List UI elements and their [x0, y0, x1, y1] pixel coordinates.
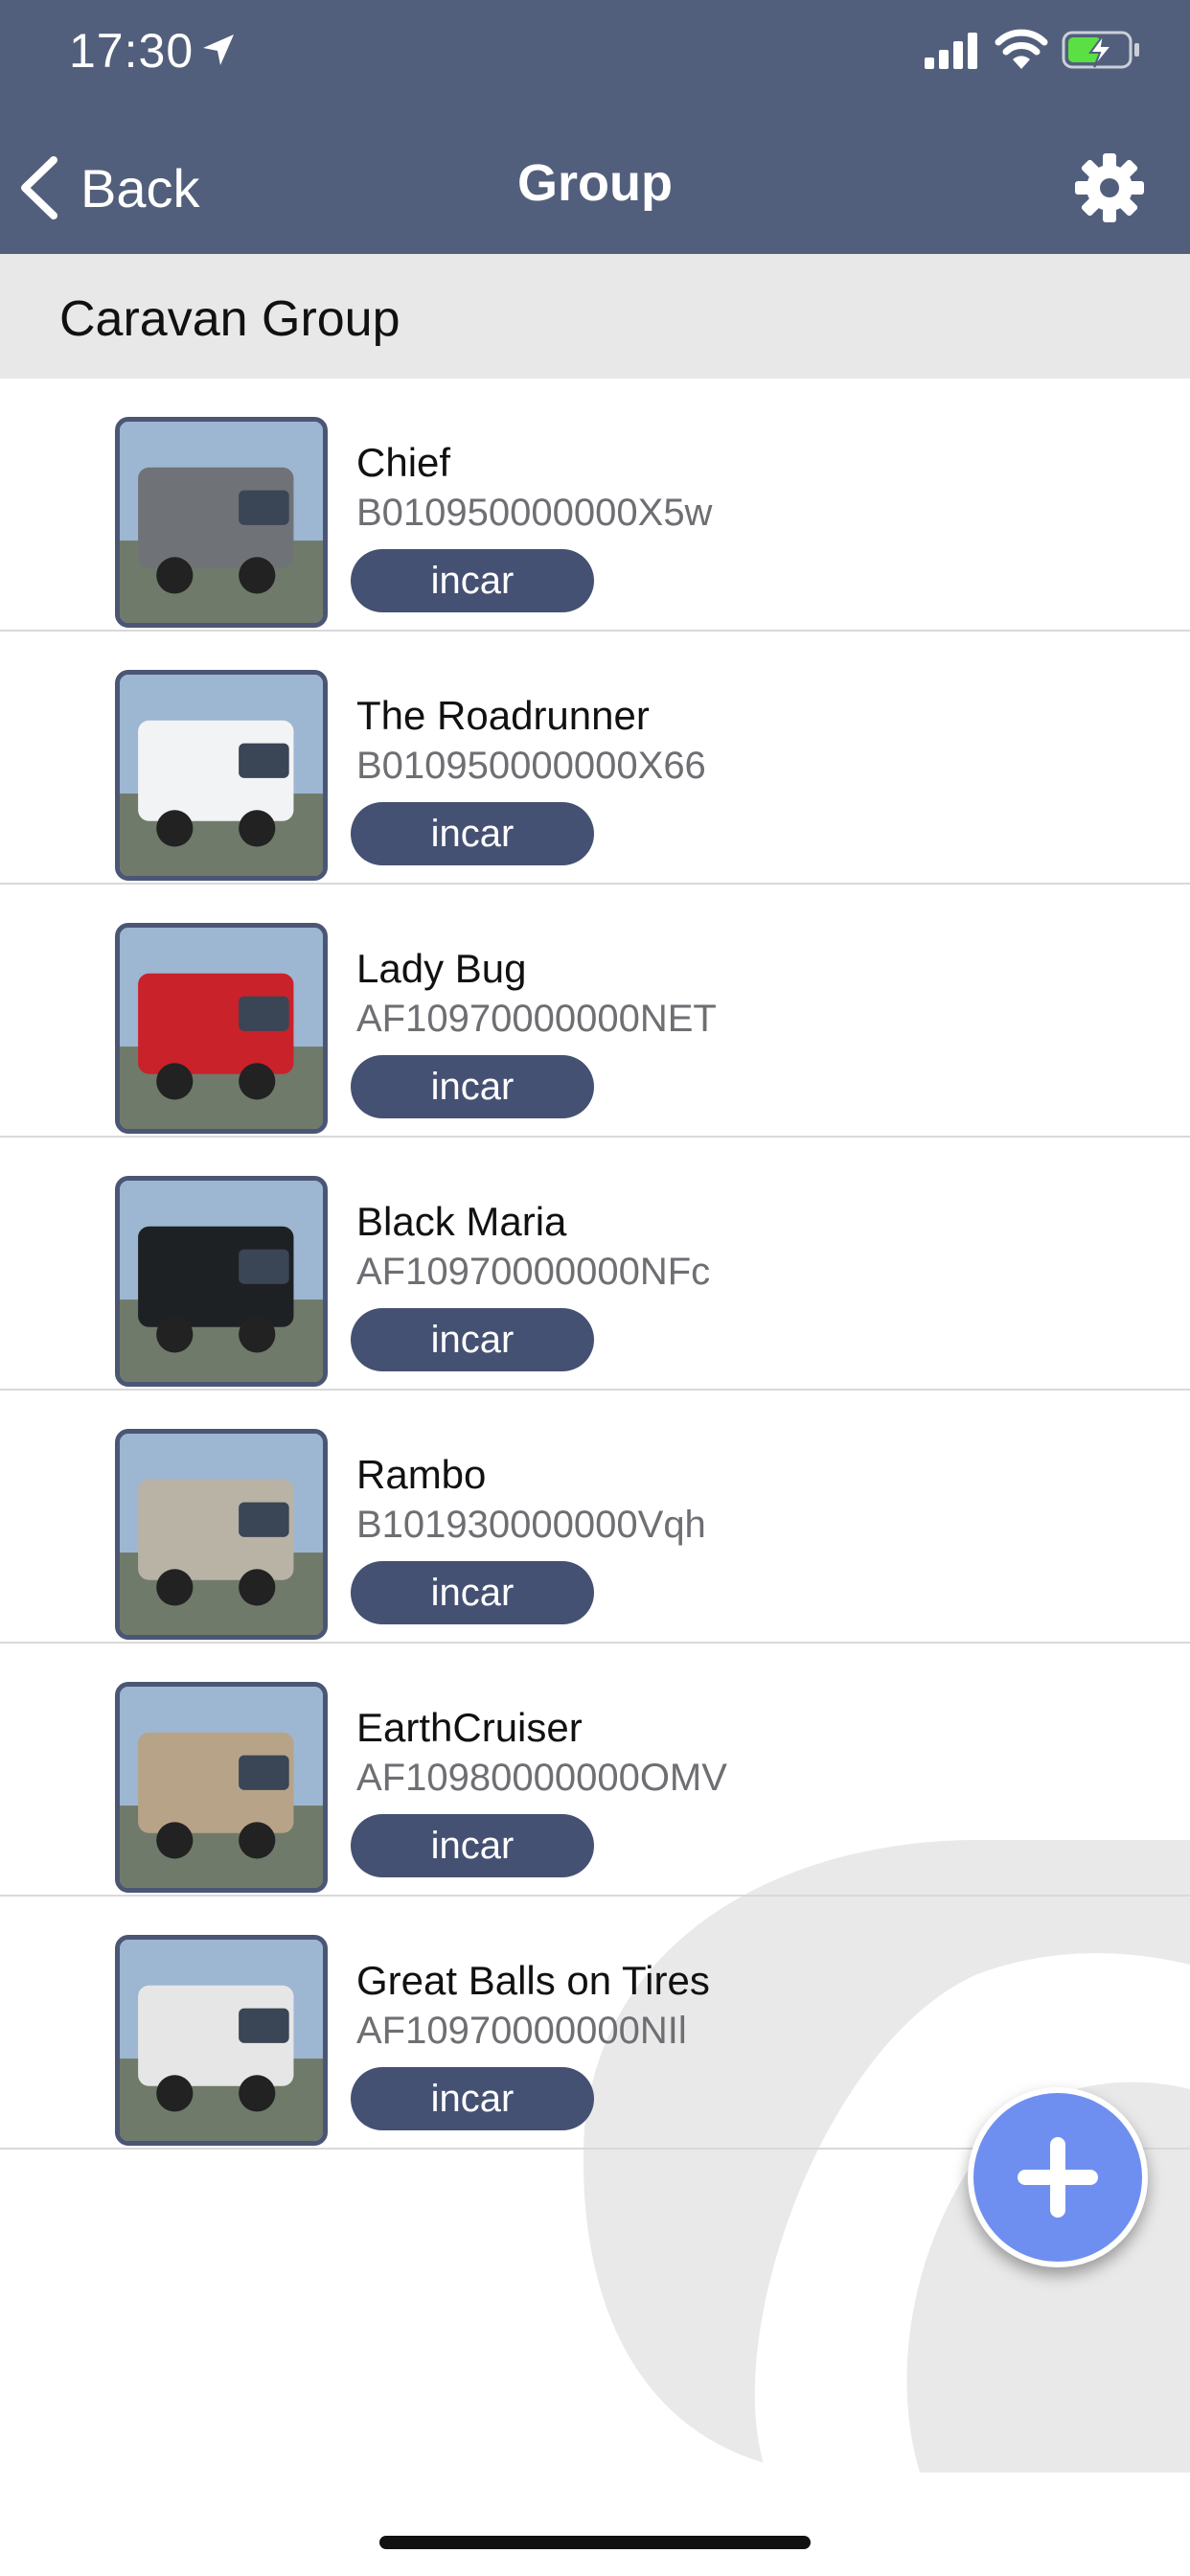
list-item[interactable]: Rambo B101930000000Vqh incar: [0, 1391, 1190, 1644]
list-item[interactable]: EarthCruiser AF10980000000OMV incar: [0, 1644, 1190, 1897]
vehicle-photo: [115, 923, 328, 1134]
battery-charging-icon: [1062, 31, 1139, 69]
plus-icon: [1018, 2137, 1098, 2218]
vehicle-photo: [115, 1935, 328, 2146]
incar-button[interactable]: incar: [351, 2067, 594, 2130]
vehicle-photo: [115, 417, 328, 628]
vehicle-name: The Roadrunner: [356, 693, 650, 738]
vehicle-code: B010950000000X5w: [356, 492, 713, 534]
vehicle-code: AF10970000000NET: [356, 998, 717, 1040]
vehicle-code: AF10970000000NFc: [356, 1251, 711, 1293]
vehicle-name: Great Balls on Tires: [356, 1958, 710, 2003]
navigation-bar: 17:30 Back Group: [0, 0, 1190, 254]
vehicle-name: EarthCruiser: [356, 1705, 583, 1750]
location-arrow-icon: [203, 34, 234, 65]
vehicle-photo: [115, 1176, 328, 1387]
group-section-header: Caravan Group: [0, 254, 1190, 379]
vehicle-name: Lady Bug: [356, 946, 527, 991]
vehicle-name: Chief: [356, 440, 451, 485]
incar-button[interactable]: incar: [351, 802, 594, 865]
cellular-signal-icon: [925, 33, 977, 69]
vehicle-code: AF10970000000NIl: [356, 2010, 687, 2052]
vehicle-code: B010950000000X66: [356, 745, 706, 787]
list-item[interactable]: Chief B010950000000X5w incar: [0, 379, 1190, 632]
vehicle-code: B101930000000Vqh: [356, 1504, 706, 1546]
incar-button[interactable]: incar: [351, 1308, 594, 1371]
group-title: Caravan Group: [59, 291, 400, 347]
list-item[interactable]: The Roadrunner B010950000000X66 incar: [0, 632, 1190, 885]
list-item[interactable]: Lady Bug AF10970000000NET incar: [0, 885, 1190, 1138]
add-button[interactable]: [968, 2087, 1148, 2267]
vehicle-name: Black Maria: [356, 1199, 567, 1244]
wifi-icon: [995, 29, 1048, 69]
vehicle-name: Rambo: [356, 1452, 487, 1497]
vehicle-photo: [115, 670, 328, 881]
incar-button[interactable]: incar: [351, 1561, 594, 1624]
gear-icon[interactable]: [1071, 150, 1148, 226]
page-title: Group: [517, 154, 673, 212]
vehicle-list: Chief B010950000000X5w incar The Roadrun…: [0, 379, 1190, 2150]
status-time: 17:30: [69, 24, 195, 78]
incar-button[interactable]: incar: [351, 1814, 594, 1877]
vehicle-photo: [115, 1682, 328, 1893]
list-item[interactable]: Black Maria AF10970000000NFc incar: [0, 1138, 1190, 1391]
vehicle-code: AF10980000000OMV: [356, 1757, 727, 1799]
vehicle-photo: [115, 1429, 328, 1640]
home-indicator: [379, 2536, 811, 2549]
incar-button[interactable]: incar: [351, 1055, 594, 1118]
incar-button[interactable]: incar: [351, 549, 594, 612]
